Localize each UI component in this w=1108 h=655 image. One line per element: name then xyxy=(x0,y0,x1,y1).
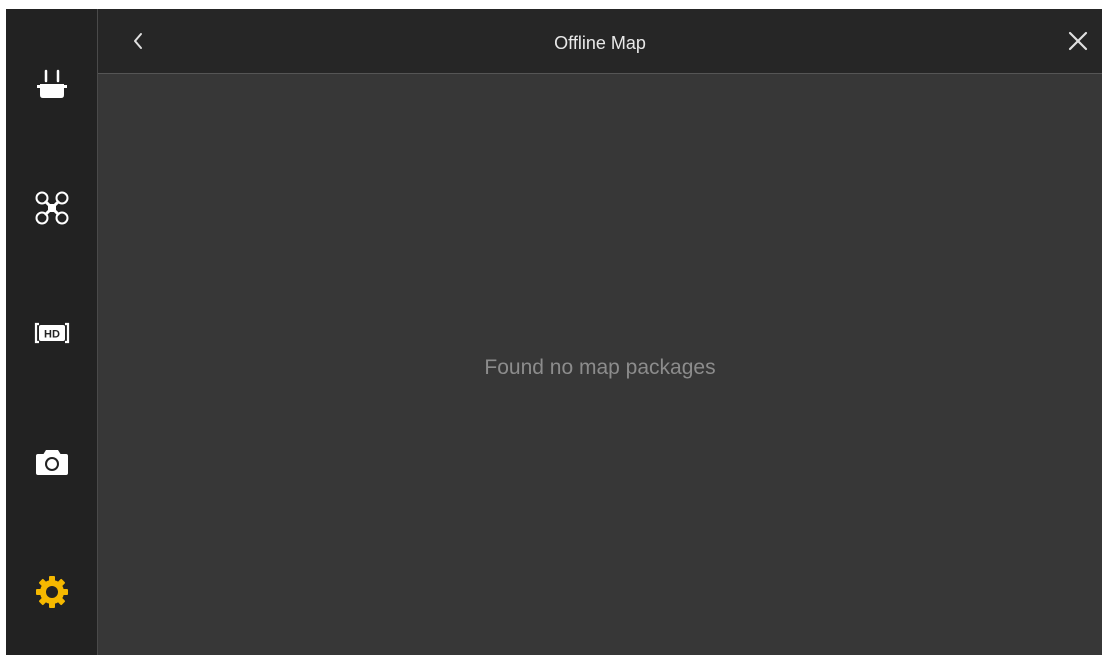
svg-text:HD: HD xyxy=(44,329,60,341)
sidebar-item-hd-transmission[interactable]: HD xyxy=(6,293,98,373)
settings-gear-icon xyxy=(36,576,68,608)
chevron-left-icon xyxy=(134,33,142,49)
header-bar: Offline Map xyxy=(98,9,1102,74)
close-icon xyxy=(1068,31,1088,51)
empty-state-message: Found no map packages xyxy=(484,356,716,379)
remote-controller-icon xyxy=(37,69,67,98)
page-title: Offline Map xyxy=(554,33,646,53)
hd-transmission-icon: HD xyxy=(34,322,70,344)
content-area: Found no map packages xyxy=(98,74,1102,655)
aircraft-icon xyxy=(35,191,69,225)
sidebar-item-settings[interactable] xyxy=(6,552,98,632)
sidebar: HD xyxy=(6,9,98,655)
sidebar-item-camera[interactable] xyxy=(6,422,98,502)
back-button[interactable] xyxy=(122,25,154,57)
app-window: HD Offline Map Found no map packages xyxy=(6,9,1102,655)
sidebar-item-remote-controller[interactable] xyxy=(6,45,98,125)
camera-icon xyxy=(36,450,68,475)
sidebar-item-aircraft[interactable] xyxy=(6,168,98,248)
close-button[interactable] xyxy=(1062,25,1094,57)
